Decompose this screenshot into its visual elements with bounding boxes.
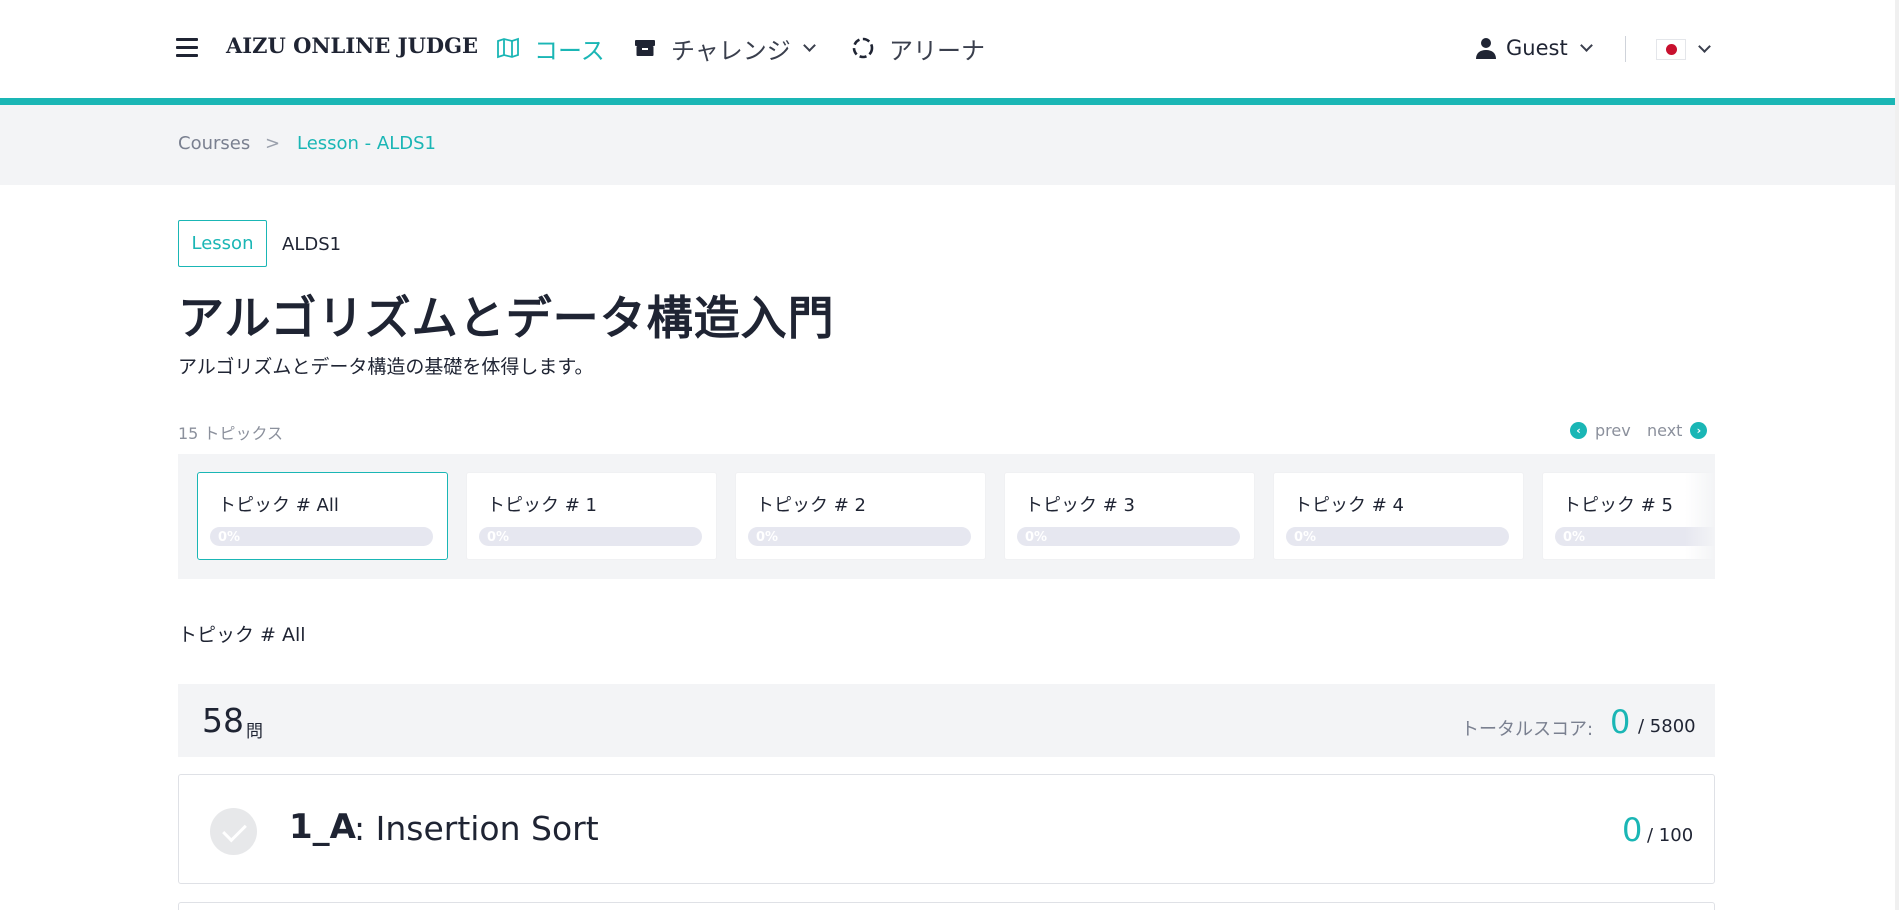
- top-header: AIZU ONLINE JUDGE コース チャレンジ アリーナ Guest: [0, 0, 1899, 98]
- nav-course-label: コース: [534, 36, 605, 65]
- topic-progress-bar: [479, 527, 702, 546]
- topic-progress-label: 0%: [1563, 530, 1586, 545]
- topic-progress-label: 0%: [756, 530, 779, 545]
- topic-progress-bar: [210, 527, 433, 546]
- user-icon: [1476, 38, 1496, 59]
- topic-progress-label: 0%: [1025, 530, 1048, 545]
- header-accent-bar: [0, 98, 1899, 105]
- problem-name: : Insertion Sort: [354, 809, 599, 848]
- lesson-badge: Lesson: [178, 220, 267, 267]
- user-name: Guest: [1506, 36, 1568, 60]
- header-divider: [1625, 36, 1626, 62]
- topic-progress-label: 0%: [487, 530, 510, 545]
- brand-logo[interactable]: AIZU ONLINE JUDGE: [226, 33, 478, 58]
- selected-topic-heading: トピック # All: [178, 624, 306, 646]
- chevron-down-icon: [802, 38, 816, 52]
- dashed-circle-icon: [852, 37, 874, 59]
- summary-bar: 58 問 トータルスコア: 0 / 5800: [178, 684, 1715, 757]
- total-score-label: トータルスコア:: [1461, 719, 1594, 740]
- nav-challenge[interactable]: チャレンジ: [633, 30, 816, 66]
- chevron-down-icon: [1579, 38, 1593, 52]
- topic-progress-bar: [1017, 527, 1240, 546]
- topic-name: トピック # 2: [756, 495, 866, 516]
- language-selector[interactable]: [1656, 36, 1711, 62]
- prev-label: prev: [1595, 420, 1631, 440]
- topic-name: トピック # All: [218, 495, 339, 516]
- page-description: アルゴリズムとデータ構造の基礎を体得します。: [178, 356, 594, 378]
- user-menu[interactable]: Guest: [1476, 30, 1593, 66]
- topic-card-1[interactable]: トピック # 1 0%: [466, 472, 717, 560]
- japan-flag-icon: [1656, 38, 1686, 60]
- lesson-id: ALDS1: [282, 234, 342, 255]
- topic-card-all[interactable]: トピック # All 0%: [197, 472, 448, 560]
- topic-name: トピック # 4: [1294, 495, 1404, 516]
- next-label: next: [1647, 420, 1683, 440]
- nav-arena[interactable]: アリーナ: [851, 30, 985, 66]
- nav-arena-label: アリーナ: [889, 36, 985, 65]
- carousel-fade: [1685, 454, 1715, 579]
- prev-button[interactable]: ‹ prev: [1570, 418, 1631, 442]
- hamburger-menu-icon[interactable]: [176, 38, 198, 58]
- breadcrumb-band: [0, 105, 1899, 185]
- breadcrumb-separator: >: [265, 133, 281, 154]
- topic-progress-bar: [748, 527, 971, 546]
- check-icon: [210, 808, 257, 855]
- problem-count-unit: 問: [246, 722, 263, 742]
- problem-row[interactable]: 1_A : Insertion Sort 0 / 100: [178, 774, 1715, 884]
- box-icon: [635, 40, 655, 56]
- topic-progress-bar: [1286, 527, 1509, 546]
- nav-challenge-label: チャレンジ: [671, 36, 791, 65]
- nav-course[interactable]: コース: [496, 30, 605, 66]
- total-score-max: / 5800: [1638, 716, 1696, 737]
- total-score-value: 0: [1610, 703, 1631, 741]
- problem-score: 0: [1622, 811, 1643, 849]
- topic-name: トピック # 5: [1563, 495, 1673, 516]
- problem-max-score: / 100: [1647, 825, 1694, 846]
- topic-progress-label: 0%: [1294, 530, 1317, 545]
- page-title: アルゴリズムとデータ構造入門: [178, 291, 835, 345]
- chevron-left-icon: ‹: [1570, 421, 1587, 439]
- topic-carousel: トピック # All 0% トピック # 1 0% トピック # 2 0% トピ…: [178, 454, 1715, 579]
- next-button[interactable]: next ›: [1647, 418, 1708, 442]
- scrollbar[interactable]: [1895, 0, 1899, 910]
- problem-row[interactable]: [178, 902, 1715, 910]
- topic-name: トピック # 1: [487, 495, 597, 516]
- chevron-down-icon: [1698, 39, 1711, 53]
- topic-name: トピック # 3: [1025, 495, 1135, 516]
- topic-progress-label: 0%: [218, 530, 241, 545]
- chevron-right-icon: ›: [1690, 421, 1708, 439]
- breadcrumb-courses[interactable]: Courses: [178, 133, 250, 154]
- topic-count: 15 トピックス: [178, 424, 283, 443]
- problem-id: 1_A: [289, 807, 356, 847]
- topic-card-3[interactable]: トピック # 3 0%: [1004, 472, 1255, 560]
- topic-card-2[interactable]: トピック # 2 0%: [735, 472, 986, 560]
- map-icon: [497, 37, 519, 59]
- topic-card-4[interactable]: トピック # 4 0%: [1273, 472, 1524, 560]
- problem-count: 58: [202, 701, 244, 740]
- breadcrumb-lesson[interactable]: Lesson - ALDS1: [297, 133, 436, 154]
